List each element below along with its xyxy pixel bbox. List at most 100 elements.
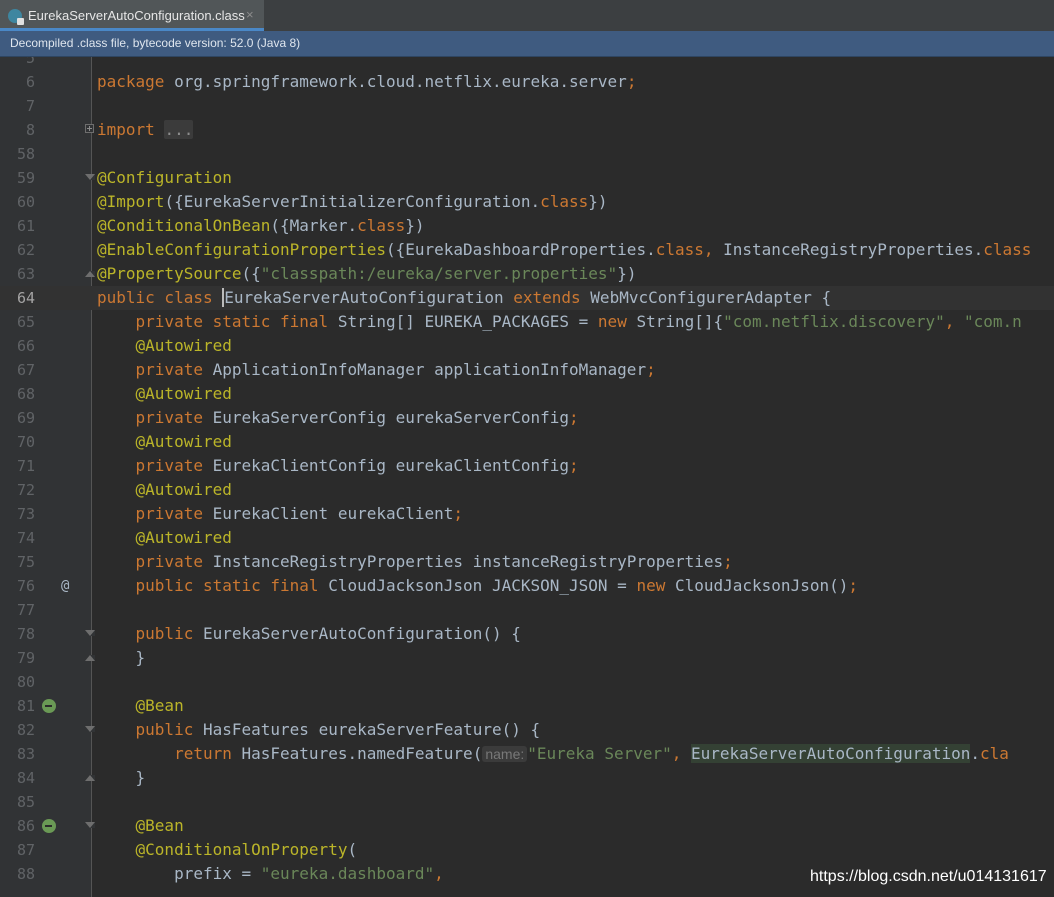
- at-sign-icon[interactable]: @: [61, 574, 69, 598]
- line-number: 71: [16, 457, 35, 475]
- code-line: 84 }: [0, 766, 1054, 790]
- code-text: }: [97, 648, 146, 667]
- code-text: import ...: [97, 120, 194, 139]
- code-line: 74 @Autowired: [0, 526, 1054, 550]
- watermark-url: https://blog.csdn.net/u014131617: [810, 868, 1047, 885]
- line-number: 5: [25, 57, 35, 67]
- tab-label: EurekaServerAutoConfiguration.class: [28, 8, 245, 23]
- code-text: @Autowired: [135, 480, 232, 499]
- code-line: 87 @ConditionalOnProperty(: [0, 838, 1054, 862]
- line-number: 8: [25, 121, 35, 139]
- line-number: 81: [16, 697, 35, 715]
- code-line: 78 public EurekaServerAutoConfiguration(…: [0, 622, 1054, 646]
- line-number: 62: [16, 241, 35, 259]
- code-line: 83 return HasFeatures.namedFeature(name:…: [0, 742, 1054, 766]
- line-number: 73: [16, 505, 35, 523]
- code-line: 70 @Autowired: [0, 430, 1054, 454]
- line-number: 82: [16, 721, 35, 739]
- code-text: private static final String[] EUREKA_PAC…: [135, 312, 1022, 331]
- line-number: 86: [16, 817, 35, 835]
- code-text: @Autowired: [135, 432, 232, 451]
- line-number: 76: [16, 577, 35, 595]
- code-text: @Bean: [135, 696, 184, 715]
- code-text: private EurekaClientConfig eurekaClientC…: [135, 456, 579, 475]
- code-text: public EurekaServerAutoConfiguration() {: [135, 624, 521, 643]
- code-text: @Import({EurekaServerInitializerConfigur…: [97, 192, 608, 211]
- code-line: 67 private ApplicationInfoManager applic…: [0, 358, 1054, 382]
- code-line: 82 public HasFeatures eurekaServerFeatur…: [0, 718, 1054, 742]
- line-number: 77: [16, 601, 35, 619]
- line-number: 74: [16, 529, 35, 547]
- line-number: 68: [16, 385, 35, 403]
- code-line: 58: [0, 142, 1054, 166]
- code-line: 61 @ConditionalOnBean({Marker.class}): [0, 214, 1054, 238]
- code-line: 85: [0, 790, 1054, 814]
- line-number: 88: [16, 865, 35, 883]
- line-number: 83: [16, 745, 35, 763]
- code-text: @ConditionalOnProperty(: [135, 840, 358, 859]
- code-text: public HasFeatures eurekaServerFeature()…: [135, 720, 541, 739]
- fold-end-icon[interactable]: [85, 271, 95, 277]
- code-text: return HasFeatures.namedFeature(name: "Eu…: [174, 744, 1009, 763]
- code-line: 81 @Bean: [0, 694, 1054, 718]
- code-text: private ApplicationInfoManager applicati…: [135, 360, 656, 379]
- code-text: private EurekaServerConfig eurekaServerC…: [135, 408, 579, 427]
- code-text: prefix = "eureka.dashboard",: [97, 864, 444, 883]
- line-number: 7: [25, 97, 35, 115]
- class-file-icon: [8, 9, 24, 25]
- code-line: 66 @Autowired: [0, 334, 1054, 358]
- code-line: 80: [0, 670, 1054, 694]
- code-line: 76 @ public static final CloudJacksonJso…: [0, 574, 1054, 598]
- line-number: 66: [16, 337, 35, 355]
- editor-tab-bar: EurekaServerAutoConfiguration.class ×: [0, 0, 1054, 32]
- line-number: 75: [16, 553, 35, 571]
- code-line-current: 64 public class EurekaServerAutoConfigur…: [0, 286, 1054, 310]
- tab-eureka-server-auto-configuration[interactable]: EurekaServerAutoConfiguration.class ×: [0, 0, 264, 31]
- code-line: 86 @Bean: [0, 814, 1054, 838]
- code-line: 75 private InstanceRegistryProperties in…: [0, 550, 1054, 574]
- decompiled-notice-banner: Decompiled .class file, bytecode version…: [0, 31, 1054, 57]
- line-number: 61: [16, 217, 35, 235]
- fold-expand-icon[interactable]: [85, 124, 94, 133]
- code-editor[interactable]: 5 6 package org.springframework.cloud.ne…: [0, 57, 1054, 897]
- code-text: @Bean: [135, 816, 184, 835]
- line-number: 69: [16, 409, 35, 427]
- fold-collapse-icon[interactable]: [85, 726, 95, 732]
- line-number: 84: [16, 769, 35, 787]
- code-line: 72 @Autowired: [0, 478, 1054, 502]
- code-line: 5: [0, 57, 1054, 70]
- decompiled-notice-text: Decompiled .class file, bytecode version…: [10, 36, 301, 50]
- code-text: @Autowired: [135, 528, 232, 547]
- code-line: 8 import ...: [0, 118, 1054, 142]
- code-text: }: [97, 768, 146, 787]
- close-icon[interactable]: ×: [246, 7, 254, 22]
- code-line: 59 @Configuration: [0, 166, 1054, 190]
- line-number: 58: [16, 145, 35, 163]
- code-text: package org.springframework.cloud.netfli…: [97, 72, 637, 91]
- code-line: 73 private EurekaClient eurekaClient;: [0, 502, 1054, 526]
- line-number: 78: [16, 625, 35, 643]
- line-number: 64: [16, 289, 35, 307]
- code-line: 79 }: [0, 646, 1054, 670]
- code-line: 60 @Import({EurekaServerInitializerConfi…: [0, 190, 1054, 214]
- fold-end-icon[interactable]: [85, 775, 95, 781]
- code-text: private EurekaClient eurekaClient;: [135, 504, 464, 523]
- fold-end-icon[interactable]: [85, 655, 95, 661]
- fold-collapse-icon[interactable]: [85, 822, 95, 828]
- line-number: 67: [16, 361, 35, 379]
- fold-collapse-icon[interactable]: [85, 630, 95, 636]
- line-number: 72: [16, 481, 35, 499]
- code-text: public static final CloudJacksonJson JAC…: [135, 576, 858, 595]
- code-line: 77: [0, 598, 1054, 622]
- line-number: 63: [16, 265, 35, 283]
- code-line: 65 private static final String[] EUREKA_…: [0, 310, 1054, 334]
- line-number: 6: [25, 73, 35, 91]
- code-line: 69 private EurekaServerConfig eurekaServ…: [0, 406, 1054, 430]
- code-line: 62 @EnableConfigurationProperties({Eurek…: [0, 238, 1054, 262]
- code-text: @EnableConfigurationProperties({EurekaDa…: [97, 240, 1032, 259]
- spring-bean-icon[interactable]: [42, 699, 56, 713]
- spring-bean-icon[interactable]: [42, 819, 56, 833]
- fold-collapse-icon[interactable]: [85, 174, 95, 180]
- line-number: 87: [16, 841, 35, 859]
- code-line: 63 @PropertySource({"classpath:/eureka/s…: [0, 262, 1054, 286]
